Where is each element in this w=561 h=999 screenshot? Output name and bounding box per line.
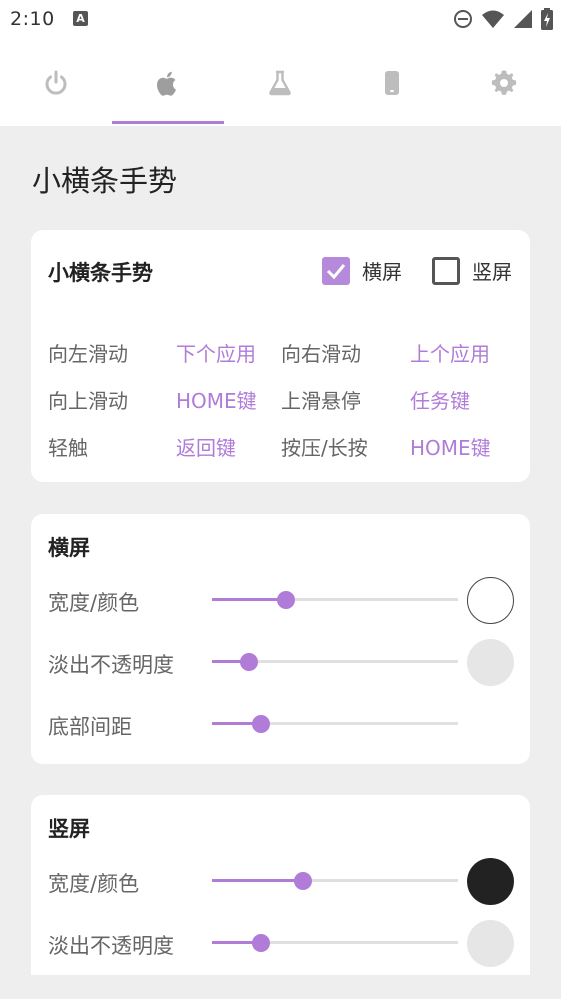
apple-icon [157, 71, 176, 96]
dnd-icon [454, 10, 472, 28]
gesture-card: 小横条手势 横屏 竖屏 向左滑动 下个应用 向右滑动 上个应用 向上滑动 HOM… [31, 230, 530, 482]
signal-icon [514, 10, 532, 28]
status-time: 2:10 [10, 8, 55, 30]
gesture-tap-action[interactable]: 返回键 [176, 432, 236, 461]
portrait-color-picker[interactable] [467, 858, 514, 905]
landscape-bottom-margin-label: 底部间距 [48, 715, 132, 739]
portrait-card: 竖屏 宽度/颜色 淡出不透明度 [31, 795, 530, 975]
flask-icon [269, 70, 291, 96]
portrait-width-slider[interactable] [212, 871, 458, 891]
portrait-width-color-label: 宽度/颜色 [48, 872, 140, 896]
landscape-width-slider[interactable] [212, 590, 458, 610]
landscape-fade-opacity-slider[interactable] [212, 652, 458, 672]
slider-thumb[interactable] [239, 653, 258, 671]
portrait-card-title: 竖屏 [48, 817, 90, 841]
power-icon [45, 70, 67, 95]
page-title: 小横条手势 [32, 164, 178, 198]
portrait-fade-opacity-slider[interactable] [212, 933, 458, 953]
tab-apple[interactable] [112, 40, 224, 126]
checkbox-unchecked-icon [432, 256, 460, 285]
gesture-swipe-hold-action[interactable]: 任务键 [410, 385, 470, 414]
portrait-fade-opacity-label: 淡出不透明度 [48, 934, 174, 958]
portrait-checkbox[interactable]: 竖屏 [432, 256, 512, 285]
landscape-width-color-label: 宽度/颜色 [48, 591, 140, 615]
slider-thumb[interactable] [252, 715, 271, 733]
gesture-swipe-hold-label: 上滑悬停 [281, 389, 361, 413]
gesture-press-action[interactable]: HOME键 [410, 432, 491, 461]
landscape-checkbox[interactable]: 横屏 [322, 256, 402, 285]
gesture-swipe-right-action[interactable]: 上个应用 [410, 338, 490, 367]
tab-settings[interactable] [448, 40, 560, 126]
text-a-icon: A [73, 11, 88, 26]
tab-bar [0, 40, 561, 126]
landscape-bottom-margin-slider[interactable] [212, 714, 458, 734]
battery-icon [541, 8, 553, 30]
slider-thumb[interactable] [294, 872, 313, 890]
landscape-checkbox-label: 横屏 [362, 260, 402, 284]
gesture-card-title: 小横条手势 [48, 261, 153, 285]
gesture-tap-label: 轻触 [48, 436, 88, 460]
gesture-swipe-right-label: 向右滑动 [281, 342, 361, 366]
gesture-swipe-up-label: 向上滑动 [48, 389, 128, 413]
gesture-swipe-left-action[interactable]: 下个应用 [176, 338, 256, 367]
wifi-icon [482, 10, 504, 28]
tab-indicator [112, 121, 224, 124]
tab-power[interactable] [0, 40, 112, 126]
checkbox-checked-icon [322, 256, 350, 285]
gear-icon [491, 70, 517, 95]
tab-device[interactable] [336, 40, 448, 126]
slider-thumb[interactable] [252, 934, 271, 952]
slider-thumb[interactable] [276, 591, 295, 609]
gesture-press-label: 按压/长按 [281, 436, 368, 460]
status-icons [453, 8, 553, 30]
portrait-fade-color-swatch [467, 920, 514, 967]
landscape-card-title: 横屏 [48, 536, 90, 560]
portrait-checkbox-label: 竖屏 [472, 260, 512, 284]
landscape-fade-opacity-label: 淡出不透明度 [48, 653, 174, 677]
landscape-fade-color-swatch [467, 639, 514, 686]
phone-icon [385, 71, 399, 95]
gesture-swipe-up-action[interactable]: HOME键 [176, 385, 257, 414]
landscape-card: 横屏 宽度/颜色 淡出不透明度 底部间距 [31, 514, 530, 764]
status-bar: 2:10 A [0, 0, 561, 40]
landscape-color-picker[interactable] [467, 577, 514, 624]
tab-lab[interactable] [224, 40, 336, 126]
gesture-swipe-left-label: 向左滑动 [48, 342, 128, 366]
